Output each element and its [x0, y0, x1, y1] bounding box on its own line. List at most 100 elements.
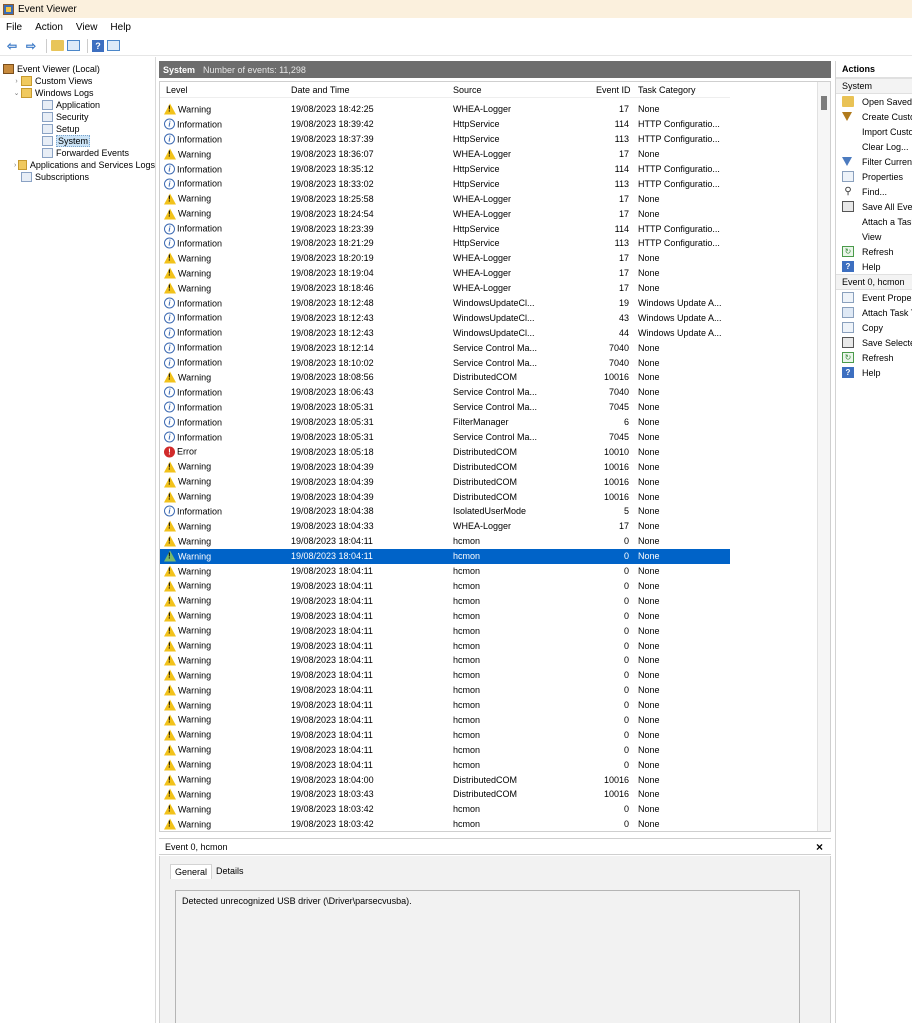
menu-action[interactable]: Action [35, 22, 63, 33]
event-row[interactable]: i Information 19/08/2023 18:05:31 Service C… [160, 400, 730, 415]
action-refresh-event[interactable]: ↻ Refresh [836, 350, 912, 365]
tree-system[interactable]: System [0, 135, 155, 147]
event-row[interactable]: i Information 19/08/2023 18:12:43 WindowsUp… [160, 310, 730, 325]
event-row[interactable]: Warning 19/08/2023 18:04:00 DistributedCOM… [160, 772, 730, 787]
event-row[interactable]: i Information 19/08/2023 18:10:02 Service C… [160, 355, 730, 370]
event-row[interactable]: i Information 19/08/2023 18:12:43 WindowsUp… [160, 325, 730, 340]
event-row[interactable]: Warning 19/08/2023 18:04:39 DistributedCOM… [160, 474, 730, 489]
event-row[interactable]: Warning 19/08/2023 18:04:11 hcmon 0 None [160, 623, 730, 638]
action-help-event[interactable]: ? Help [836, 365, 912, 380]
event-row[interactable]: Warning 19/08/2023 18:04:11 hcmon 0 None [160, 608, 730, 623]
event-row[interactable]: i Information 19/08/2023 18:05:31 FilterMan… [160, 415, 730, 430]
event-row[interactable]: i Information 19/08/2023 18:35:12 HttpServi… [160, 162, 730, 177]
event-row[interactable]: i Information 19/08/2023 18:12:14 Service C… [160, 340, 730, 355]
event-row[interactable]: i Information 19/08/2023 18:39:42 HttpServi… [160, 117, 730, 132]
event-row[interactable]: Warning 19/08/2023 18:04:11 hcmon 0 None [160, 668, 730, 683]
help-icon[interactable]: ? [92, 39, 104, 52]
event-row[interactable]: Warning 19/08/2023 18:04:11 hcmon 0 None [160, 757, 730, 772]
tree-security[interactable]: Security [0, 111, 155, 123]
action-copy[interactable]: Copy [836, 320, 912, 335]
menu-view[interactable]: View [76, 22, 98, 33]
action-open-saved-log[interactable]: Open Saved Log... [836, 94, 912, 109]
event-row[interactable]: i Information 19/08/2023 18:12:48 WindowsUp… [160, 296, 730, 311]
show-hide-console-tree-icon[interactable] [67, 40, 80, 51]
show-hide-action-pane-icon[interactable] [107, 40, 120, 51]
action-create-custom-view[interactable]: Create Custom View... [836, 109, 912, 124]
up-folder-icon[interactable] [51, 40, 64, 51]
tree-windows-logs[interactable]: ⌄ Windows Logs [0, 87, 155, 99]
tree-application[interactable]: Application [0, 99, 155, 111]
event-row[interactable]: i Information 19/08/2023 18:33:02 HttpServi… [160, 176, 730, 191]
event-row[interactable]: Warning 19/08/2023 18:42:25 WHEA-Logger 17 N… [160, 102, 730, 117]
event-row[interactable]: Warning 19/08/2023 18:19:04 WHEA-Logger 17 N… [160, 266, 730, 281]
column-source[interactable]: Source [453, 85, 482, 95]
column-event-id[interactable]: Event ID [596, 85, 631, 95]
event-row[interactable]: i Information 19/08/2023 18:05:31 Service C… [160, 430, 730, 445]
back-arrow-icon[interactable]: ⇦ [4, 39, 20, 53]
event-row[interactable]: Warning 19/08/2023 18:04:11 hcmon 0 None [160, 683, 730, 698]
event-row[interactable]: i Information 19/08/2023 18:21:29 HttpServi… [160, 236, 730, 251]
action-attach-task-log[interactable]: Attach a Task To this Log... [836, 214, 912, 229]
event-row[interactable]: Warning 19/08/2023 18:04:11 hcmon 0 None [160, 713, 730, 728]
event-row[interactable]: Warning 19/08/2023 18:04:11 hcmon 0 None [160, 698, 730, 713]
event-row[interactable]: Warning 19/08/2023 18:04:11 hcmon 0 None [160, 593, 730, 608]
actions-section-system[interactable]: System [836, 78, 912, 94]
event-row[interactable]: i Information 19/08/2023 18:23:39 HttpServi… [160, 221, 730, 236]
event-row[interactable]: Warning 19/08/2023 18:04:11 hcmon 0 None [160, 742, 730, 757]
action-save-all-events[interactable]: Save All Events As... [836, 199, 912, 214]
actions-section-event[interactable]: Event 0, hcmon [836, 274, 912, 290]
event-row[interactable]: ! Error 19/08/2023 18:05:18 DistributedCOM 1… [160, 444, 730, 459]
action-view[interactable]: View [836, 229, 912, 244]
chevron-right-icon[interactable]: › [12, 78, 21, 85]
event-row[interactable]: Warning 19/08/2023 18:04:11 hcmon 0 None [160, 548, 730, 564]
tree-event-viewer-local[interactable]: Event Viewer (Local) [0, 63, 155, 75]
event-row[interactable]: Warning 19/08/2023 18:08:56 DistributedCOM… [160, 370, 730, 385]
forward-arrow-icon[interactable]: ⇨ [23, 39, 39, 53]
event-row[interactable]: Warning 19/08/2023 18:04:11 hcmon 0 None [160, 534, 730, 549]
action-find[interactable]: ⚲ Find... [836, 184, 912, 199]
event-row[interactable]: i Information 19/08/2023 18:04:38 IsolatedU… [160, 504, 730, 519]
action-properties[interactable]: Properties [836, 169, 912, 184]
event-row[interactable]: Warning 19/08/2023 18:04:11 hcmon 0 None [160, 638, 730, 653]
tree-setup[interactable]: Setup [0, 123, 155, 135]
scrollbar-thumb[interactable] [821, 96, 827, 110]
event-list[interactable]: Level Date and Time Source Event ID Task… [159, 81, 831, 832]
menu-file[interactable]: File [6, 22, 22, 33]
close-icon[interactable]: × [816, 840, 823, 854]
event-row[interactable]: Warning 19/08/2023 18:04:11 hcmon 0 None [160, 727, 730, 742]
event-row[interactable]: Warning 19/08/2023 18:04:11 hcmon 0 None [160, 564, 730, 579]
column-date-time[interactable]: Date and Time [291, 85, 350, 95]
menu-help[interactable]: Help [110, 22, 131, 33]
column-task-category[interactable]: Task Category [638, 85, 696, 95]
event-row[interactable]: Warning 19/08/2023 18:03:42 hcmon 0 None [160, 817, 730, 831]
event-row[interactable]: Warning 19/08/2023 18:20:19 WHEA-Logger 17 N… [160, 251, 730, 266]
column-level[interactable]: Level [166, 85, 188, 95]
tree-custom-views[interactable]: › Custom Views [0, 75, 155, 87]
action-import-custom-view[interactable]: Import Custom View... [836, 124, 912, 139]
event-row[interactable]: Warning 19/08/2023 18:18:46 WHEA-Logger 17 N… [160, 281, 730, 296]
event-row[interactable]: Warning 19/08/2023 18:36:07 WHEA-Logger 17 N… [160, 147, 730, 162]
tab-general[interactable]: General [170, 864, 213, 879]
event-row[interactable]: i Information 19/08/2023 18:06:43 Service C… [160, 385, 730, 400]
action-refresh[interactable]: ↻ Refresh [836, 244, 912, 259]
action-save-selected-events[interactable]: Save Selected Events... [836, 335, 912, 350]
action-filter-current-log[interactable]: Filter Current Log... [836, 154, 912, 169]
action-event-properties[interactable]: Event Properties [836, 290, 912, 305]
tree-forwarded-events[interactable]: Forwarded Events [0, 147, 155, 159]
event-row[interactable]: Warning 19/08/2023 18:03:43 DistributedCOM… [160, 787, 730, 802]
event-list-scrollbar[interactable] [817, 82, 830, 831]
event-row[interactable]: Warning 19/08/2023 18:25:58 WHEA-Logger 17 N… [160, 191, 730, 206]
event-row[interactable]: Warning 19/08/2023 18:24:54 WHEA-Logger 17 N… [160, 206, 730, 221]
action-help[interactable]: ? Help [836, 259, 912, 274]
action-attach-task-event[interactable]: Attach Task To This Event... [836, 305, 912, 320]
event-row[interactable]: Warning 19/08/2023 18:04:33 WHEA-Logger 17 N… [160, 519, 730, 534]
chevron-down-icon[interactable]: ⌄ [12, 89, 21, 97]
event-row[interactable]: Warning 19/08/2023 18:04:11 hcmon 0 None [160, 579, 730, 594]
action-clear-log[interactable]: Clear Log... [836, 139, 912, 154]
event-row[interactable]: Warning 19/08/2023 18:04:39 DistributedCOM… [160, 489, 730, 504]
event-row[interactable]: Warning 19/08/2023 18:04:39 DistributedCOM… [160, 459, 730, 474]
event-row[interactable]: i Information 19/08/2023 18:37:39 HttpServi… [160, 132, 730, 147]
event-message[interactable]: Detected unrecognized USB driver (\Drive… [175, 890, 800, 1023]
tree-subscriptions[interactable]: Subscriptions [0, 171, 155, 183]
event-row[interactable]: Warning 19/08/2023 18:04:11 hcmon 0 None [160, 653, 730, 668]
